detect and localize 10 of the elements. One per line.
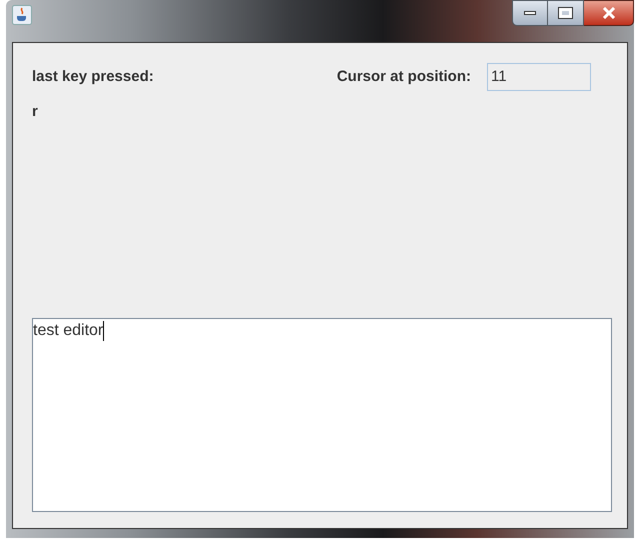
close-icon <box>602 7 616 19</box>
close-button[interactable] <box>584 0 634 26</box>
maximize-button[interactable] <box>548 0 584 26</box>
last-key-label: last key pressed: <box>32 66 154 87</box>
text-editor[interactable]: test editor <box>32 318 612 512</box>
minimize-button[interactable] <box>512 0 548 26</box>
last-key-value: r <box>32 102 38 122</box>
cursor-position-field: 11 <box>487 63 591 91</box>
cursor-position-label: Cursor at position: <box>336 66 471 87</box>
java-cup-icon <box>12 5 32 25</box>
